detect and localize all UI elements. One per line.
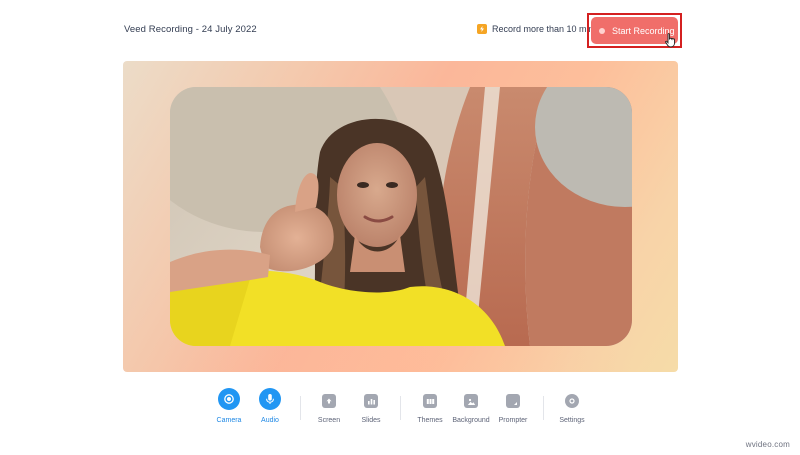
slides-toggle[interactable]: Slides <box>346 388 396 424</box>
background-label: Background <box>452 417 490 424</box>
camera-label: Camera <box>216 417 242 424</box>
top-bar: Veed Recording - 24 July 2022 Record mor… <box>0 0 800 60</box>
hand-pointer-icon <box>665 33 675 48</box>
prompter-label: Prompter <box>498 417 528 424</box>
themes-icon <box>423 394 437 408</box>
toolbar-divider <box>543 396 544 420</box>
gear-icon <box>565 394 579 408</box>
audio-label: Audio <box>261 417 279 424</box>
settings-button[interactable]: Settings <box>547 388 597 424</box>
record-dot-icon <box>599 27 605 34</box>
camera-preview <box>170 87 632 346</box>
upsell-link[interactable]: Record more than 10 min <box>477 24 594 34</box>
recording-toolbar: Camera Audio Screen Slides Themes Backgr… <box>0 388 800 438</box>
camera-icon <box>218 388 240 410</box>
recording-stage <box>123 61 678 372</box>
watermark-text: wvideo.com <box>745 440 790 449</box>
settings-label: Settings <box>559 417 585 424</box>
toolbar-divider <box>300 396 301 420</box>
microphone-icon <box>259 388 281 410</box>
camera-feed-image <box>170 87 632 346</box>
toolbar-divider <box>400 396 401 420</box>
slides-label: Slides <box>361 417 381 424</box>
screen-label: Screen <box>317 417 341 424</box>
upsell-text: Record more than 10 min <box>492 24 594 34</box>
prompter-button[interactable]: Prompter <box>488 388 538 424</box>
slides-icon <box>364 394 378 408</box>
screen-share-icon <box>322 394 336 408</box>
lightning-icon <box>477 24 487 34</box>
background-image-icon <box>464 394 478 408</box>
themes-label: Themes <box>417 417 443 424</box>
prompter-icon <box>506 394 520 408</box>
recording-title[interactable]: Veed Recording - 24 July 2022 <box>124 24 257 35</box>
audio-toggle[interactable]: Audio <box>245 388 295 424</box>
